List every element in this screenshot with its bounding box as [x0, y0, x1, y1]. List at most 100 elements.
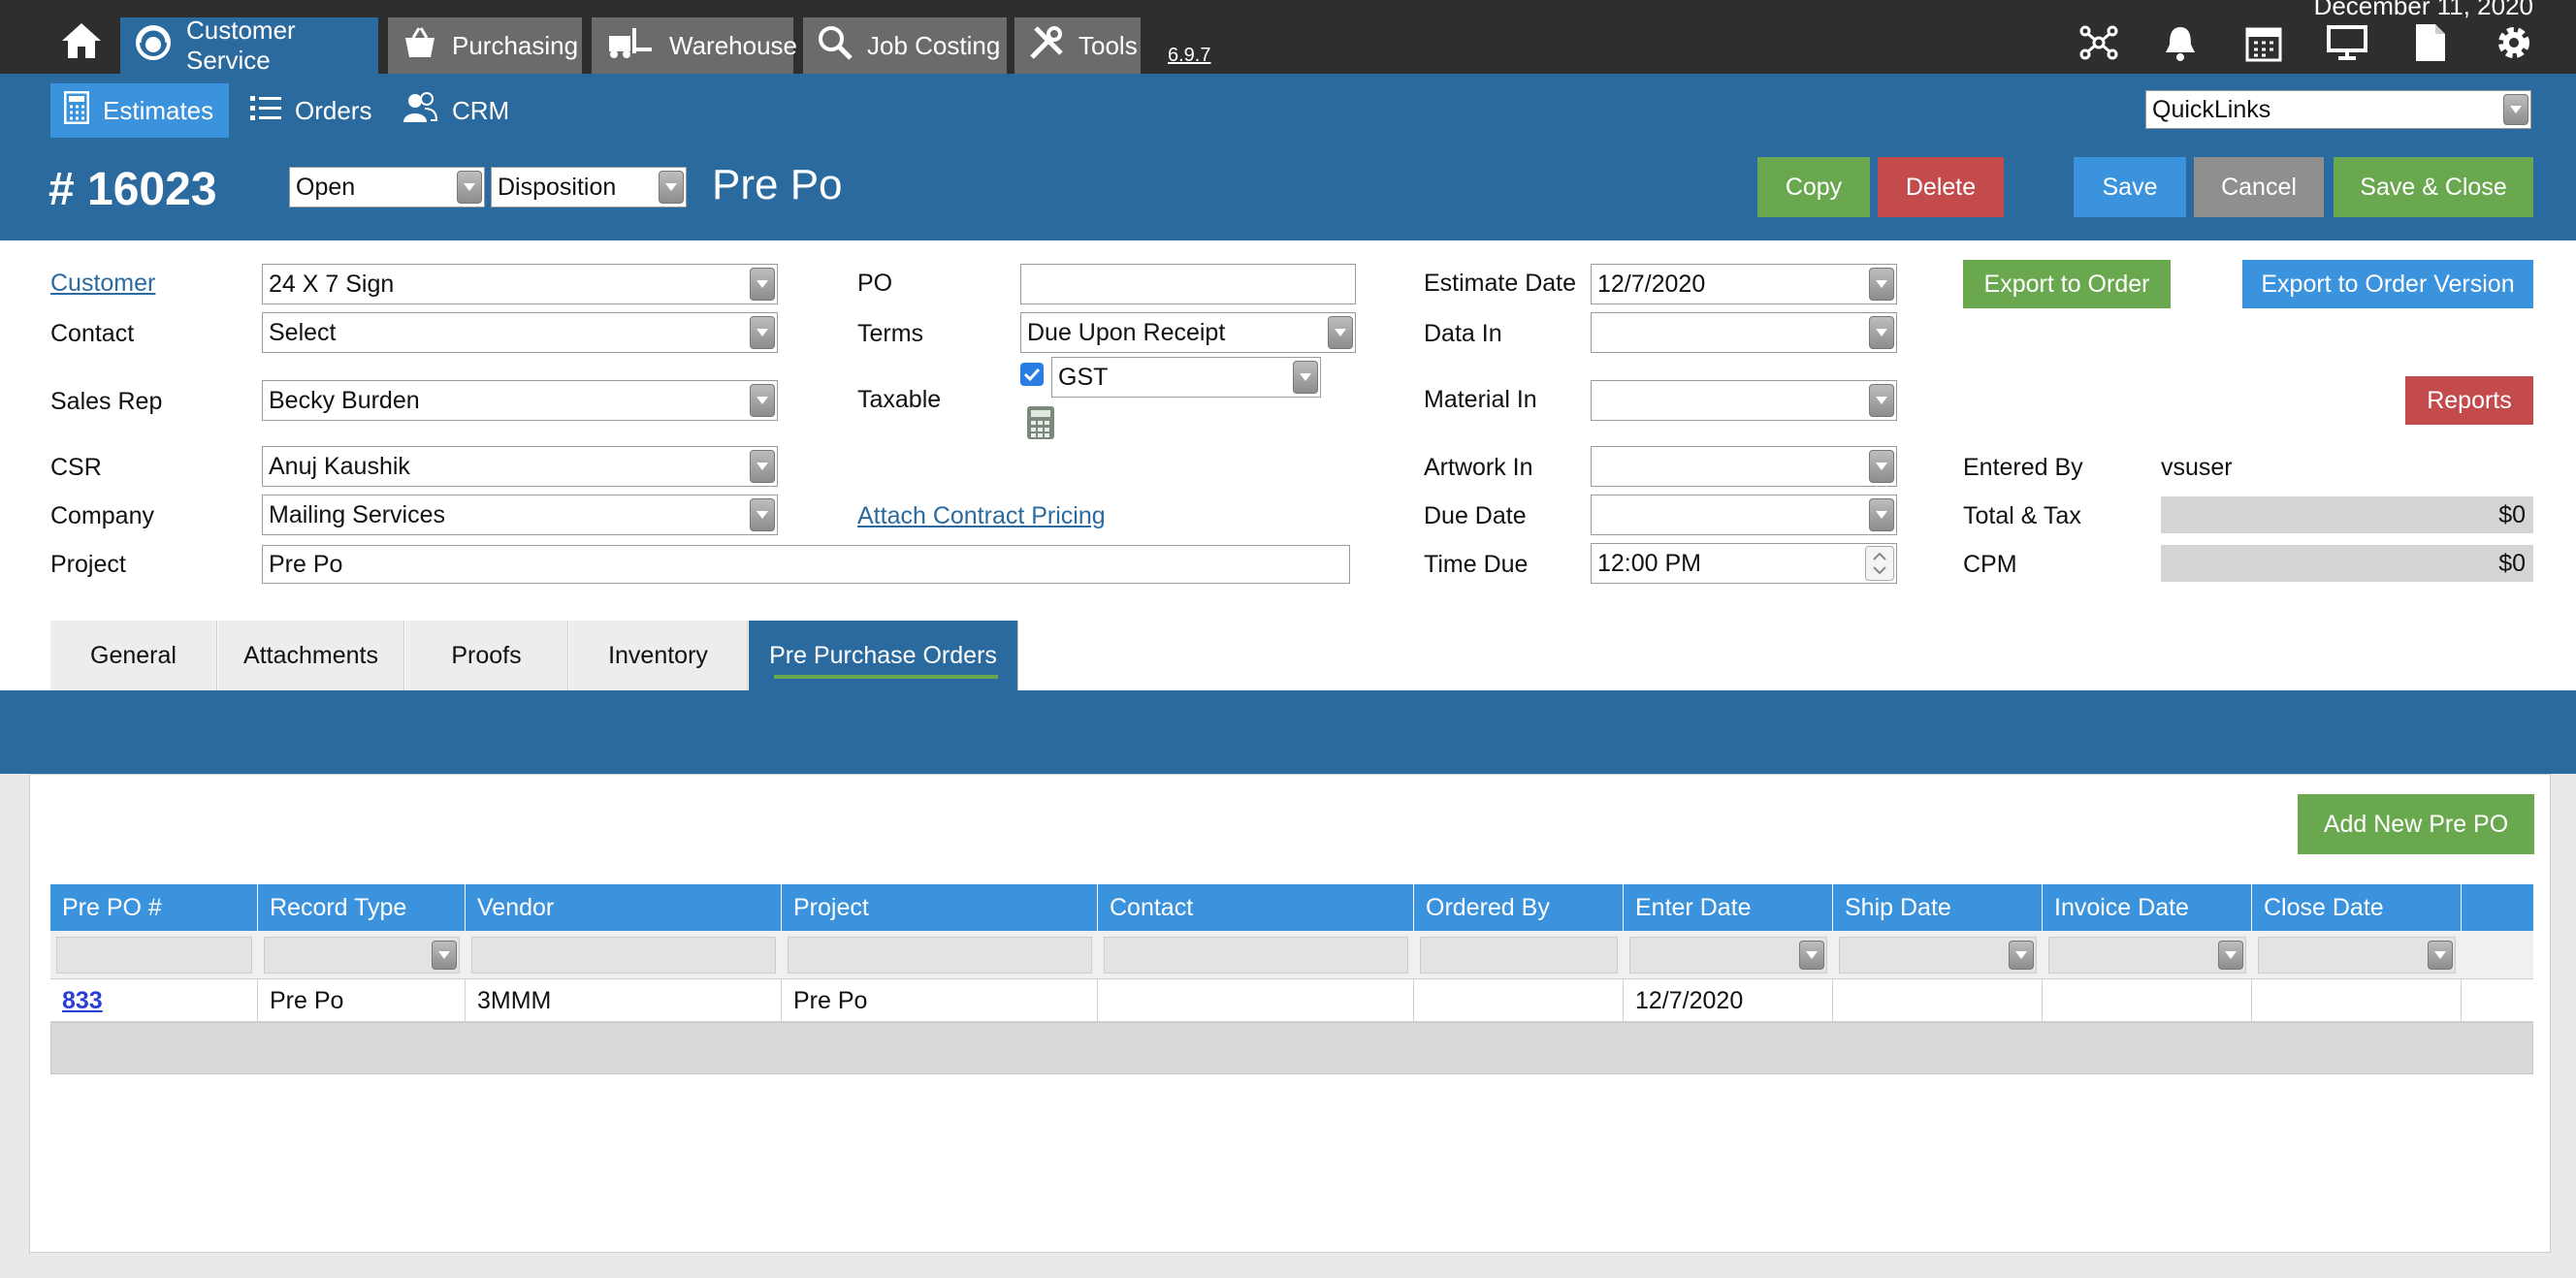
data-in-picker[interactable]: [1591, 312, 1897, 353]
people-icon: [402, 91, 438, 131]
nav-job-costing[interactable]: Job Costing: [803, 17, 1007, 74]
status-select[interactable]: Open: [289, 167, 485, 208]
export-to-order-button[interactable]: Export to Order: [1963, 260, 2171, 308]
filter-record-type[interactable]: [264, 937, 460, 974]
column-header-ordered-by[interactable]: Ordered By: [1414, 884, 1624, 931]
home-icon[interactable]: [60, 21, 103, 65]
cell-pre-po-number: 833: [50, 979, 258, 1022]
column-header-pre-po-number[interactable]: Pre PO #: [50, 884, 258, 931]
column-header-vendor[interactable]: Vendor: [466, 884, 782, 931]
material-in-picker[interactable]: [1591, 380, 1897, 421]
customer-select[interactable]: 24 X 7 Sign: [262, 264, 778, 304]
document-icon[interactable]: [2409, 21, 2452, 64]
chevron-down-icon: [659, 171, 684, 204]
chevron-down-icon: [2428, 941, 2453, 970]
artwork-in-picker[interactable]: [1591, 446, 1897, 487]
filter-vendor[interactable]: [471, 937, 776, 974]
column-header-invoice-date[interactable]: Invoice Date: [2043, 884, 2252, 931]
attach-contract-pricing-link[interactable]: Attach Contract Pricing: [857, 502, 1106, 530]
chevron-down-icon: [457, 171, 482, 204]
company-select[interactable]: Mailing Services: [262, 495, 778, 535]
version-link[interactable]: 6.9.7: [1168, 45, 1210, 67]
filter-close-date[interactable]: [2258, 937, 2456, 974]
gear-icon[interactable]: [2493, 21, 2535, 64]
project-input[interactable]: Pre Po: [262, 545, 1350, 584]
subnav-orders[interactable]: Orders: [237, 83, 385, 138]
terms-select[interactable]: Due Upon Receipt: [1020, 312, 1356, 353]
time-spinner-icon[interactable]: [1865, 546, 1894, 581]
nav-customer-service[interactable]: Customer Service: [120, 16, 378, 75]
due-date-label: Due Date: [1424, 502, 1527, 529]
add-new-pre-po-button[interactable]: Add New Pre PO: [2298, 794, 2534, 854]
filter-pre-po-number[interactable]: [56, 937, 252, 974]
material-in-label: Material In: [1424, 386, 1537, 413]
cancel-button[interactable]: Cancel: [2194, 157, 2324, 217]
quicklinks-select[interactable]: QuickLinks: [2145, 90, 2531, 129]
due-date-picker[interactable]: [1591, 495, 1897, 535]
copy-button[interactable]: Copy: [1757, 157, 1870, 217]
customer-link[interactable]: Customer: [50, 270, 155, 298]
po-input[interactable]: [1020, 264, 1356, 304]
csr-label: CSR: [50, 454, 102, 481]
cell-ordered-by: [1414, 979, 1624, 1022]
chevron-down-icon: [1293, 361, 1318, 394]
column-header-close-date[interactable]: Close Date: [2252, 884, 2462, 931]
csr-select[interactable]: Anuj Kaushik: [262, 446, 778, 487]
column-header-project[interactable]: Project: [782, 884, 1098, 931]
export-to-order-version-button[interactable]: Export to Order Version: [2242, 260, 2533, 308]
tax-select[interactable]: GST: [1051, 357, 1321, 398]
filter-invoice-date[interactable]: [2048, 937, 2246, 974]
filter-contact[interactable]: [1104, 937, 1408, 974]
filter-ordered-by[interactable]: [1420, 937, 1618, 974]
cpm-label: CPM: [1963, 551, 2017, 578]
monitor-icon[interactable]: [2326, 21, 2368, 64]
nav-label: Job Costing: [867, 30, 1001, 60]
select-value: GST: [1058, 363, 1109, 391]
entered-by-value: vsuser: [2161, 454, 2233, 481]
reports-button[interactable]: Reports: [2405, 376, 2533, 425]
subnav-crm[interactable]: CRM: [388, 83, 523, 138]
subnav-estimates[interactable]: Estimates: [50, 83, 229, 138]
calculator-icon[interactable]: [1026, 405, 1055, 445]
chevron-down-icon: [1799, 941, 1824, 970]
cell-invoice-date: [2043, 979, 2252, 1022]
nav-label: Customer Service: [186, 16, 296, 75]
column-header-enter-date[interactable]: Enter Date: [1624, 884, 1833, 931]
select-value: Anuj Kaushik: [269, 452, 410, 480]
disposition-select[interactable]: Disposition: [491, 167, 687, 208]
calendar-icon[interactable]: [2242, 21, 2285, 64]
nav-purchasing[interactable]: Purchasing: [388, 17, 582, 74]
tab-proofs[interactable]: Proofs: [405, 621, 568, 690]
taxable-label: Taxable: [857, 386, 942, 413]
tab-inventory[interactable]: Inventory: [569, 621, 748, 690]
delete-button[interactable]: Delete: [1878, 157, 2004, 217]
cell-enter-date: 12/7/2020: [1624, 979, 1833, 1022]
bell-icon[interactable]: [2159, 21, 2202, 64]
tab-pre-purchase-orders[interactable]: Pre Purchase Orders: [749, 621, 1018, 690]
nav-warehouse[interactable]: Warehouse: [592, 17, 797, 74]
estimate-header: Estimates Orders CRM QuickLinks # 16023 …: [0, 74, 2576, 240]
time-due-input[interactable]: 12:00 PM: [1591, 543, 1897, 584]
filter-project[interactable]: [788, 937, 1092, 974]
select-value: Select: [269, 318, 337, 346]
pre-po-link[interactable]: 833: [62, 987, 103, 1015]
column-header-record-type[interactable]: Record Type: [258, 884, 466, 931]
headset-icon: [134, 23, 173, 69]
select-value: Due Upon Receipt: [1027, 318, 1226, 346]
save-button[interactable]: Save: [2074, 157, 2186, 217]
tab-attachments[interactable]: Attachments: [218, 621, 404, 690]
tab-general[interactable]: General: [50, 621, 217, 690]
filter-enter-date[interactable]: [1629, 937, 1827, 974]
network-icon[interactable]: [2077, 21, 2120, 64]
column-header-contact[interactable]: Contact: [1098, 884, 1414, 931]
contact-select[interactable]: Select: [262, 312, 778, 353]
nav-tools[interactable]: Tools: [1014, 17, 1141, 74]
chevron-down-icon: [2009, 941, 2034, 970]
estimate-date-picker[interactable]: 12/7/2020: [1591, 264, 1897, 304]
taxable-checkbox[interactable]: [1020, 363, 1044, 386]
column-header-ship-date[interactable]: Ship Date: [1833, 884, 2043, 931]
artwork-in-label: Artwork In: [1424, 454, 1533, 481]
save-close-button[interactable]: Save & Close: [2334, 157, 2533, 217]
filter-ship-date[interactable]: [1839, 937, 2037, 974]
sales-rep-select[interactable]: Becky Burden: [262, 380, 778, 421]
